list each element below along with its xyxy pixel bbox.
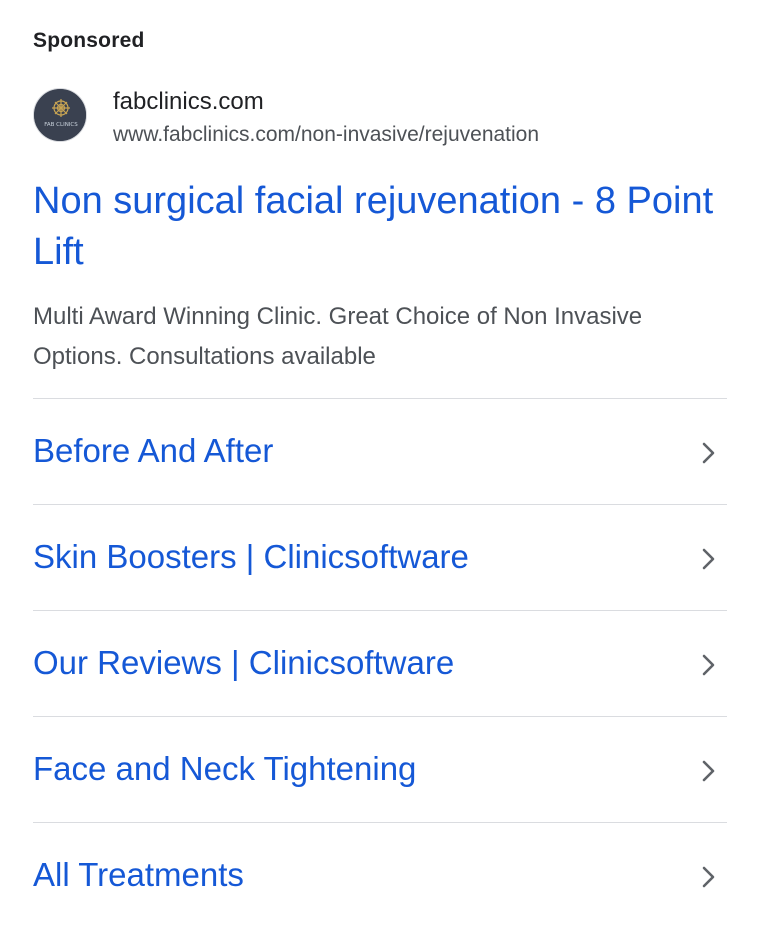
sitelink-label[interactable]: Our Reviews | Clinicsoftware bbox=[33, 644, 454, 682]
sitelinks-list: Before And After Skin Boosters | Clinics… bbox=[33, 398, 727, 928]
sitelink-label[interactable]: Before And After bbox=[33, 432, 273, 470]
sitelink-our-reviews[interactable]: Our Reviews | Clinicsoftware bbox=[33, 610, 727, 716]
ad-source[interactable]: FAB CLINICS fabclinics.com www.fabclinic… bbox=[33, 88, 727, 148]
sitelink-face-and-neck-tightening[interactable]: Face and Neck Tightening bbox=[33, 716, 727, 822]
site-name[interactable]: fabclinics.com bbox=[113, 88, 264, 116]
sitelink-label[interactable]: Face and Neck Tightening bbox=[33, 750, 416, 788]
chevron-right-icon bbox=[702, 760, 715, 782]
favicon-text: FAB CLINICS bbox=[44, 122, 78, 128]
chevron-right-icon bbox=[702, 548, 715, 570]
sitelink-skin-boosters[interactable]: Skin Boosters | Clinicsoftware bbox=[33, 504, 727, 610]
chevron-right-icon bbox=[702, 442, 715, 464]
sponsored-label: Sponsored bbox=[33, 29, 145, 52]
sitelink-all-treatments[interactable]: All Treatments bbox=[33, 822, 727, 928]
fabclinics-logo-icon: FAB CLINICS bbox=[33, 88, 87, 142]
chevron-right-icon bbox=[702, 866, 715, 888]
sitelink-label[interactable]: All Treatments bbox=[33, 856, 244, 894]
display-url[interactable]: www.fabclinics.com/non-invasive/rejuvena… bbox=[113, 123, 539, 147]
ad-description: Multi Award Winning Clinic. Great Choice… bbox=[33, 303, 643, 370]
sitelink-before-and-after[interactable]: Before And After bbox=[33, 398, 727, 504]
chevron-right-icon bbox=[702, 654, 715, 676]
ad-headline-link[interactable]: Non surgical facial rejuvenation - 8 Poi… bbox=[33, 176, 727, 278]
sitelink-label[interactable]: Skin Boosters | Clinicsoftware bbox=[33, 538, 469, 576]
